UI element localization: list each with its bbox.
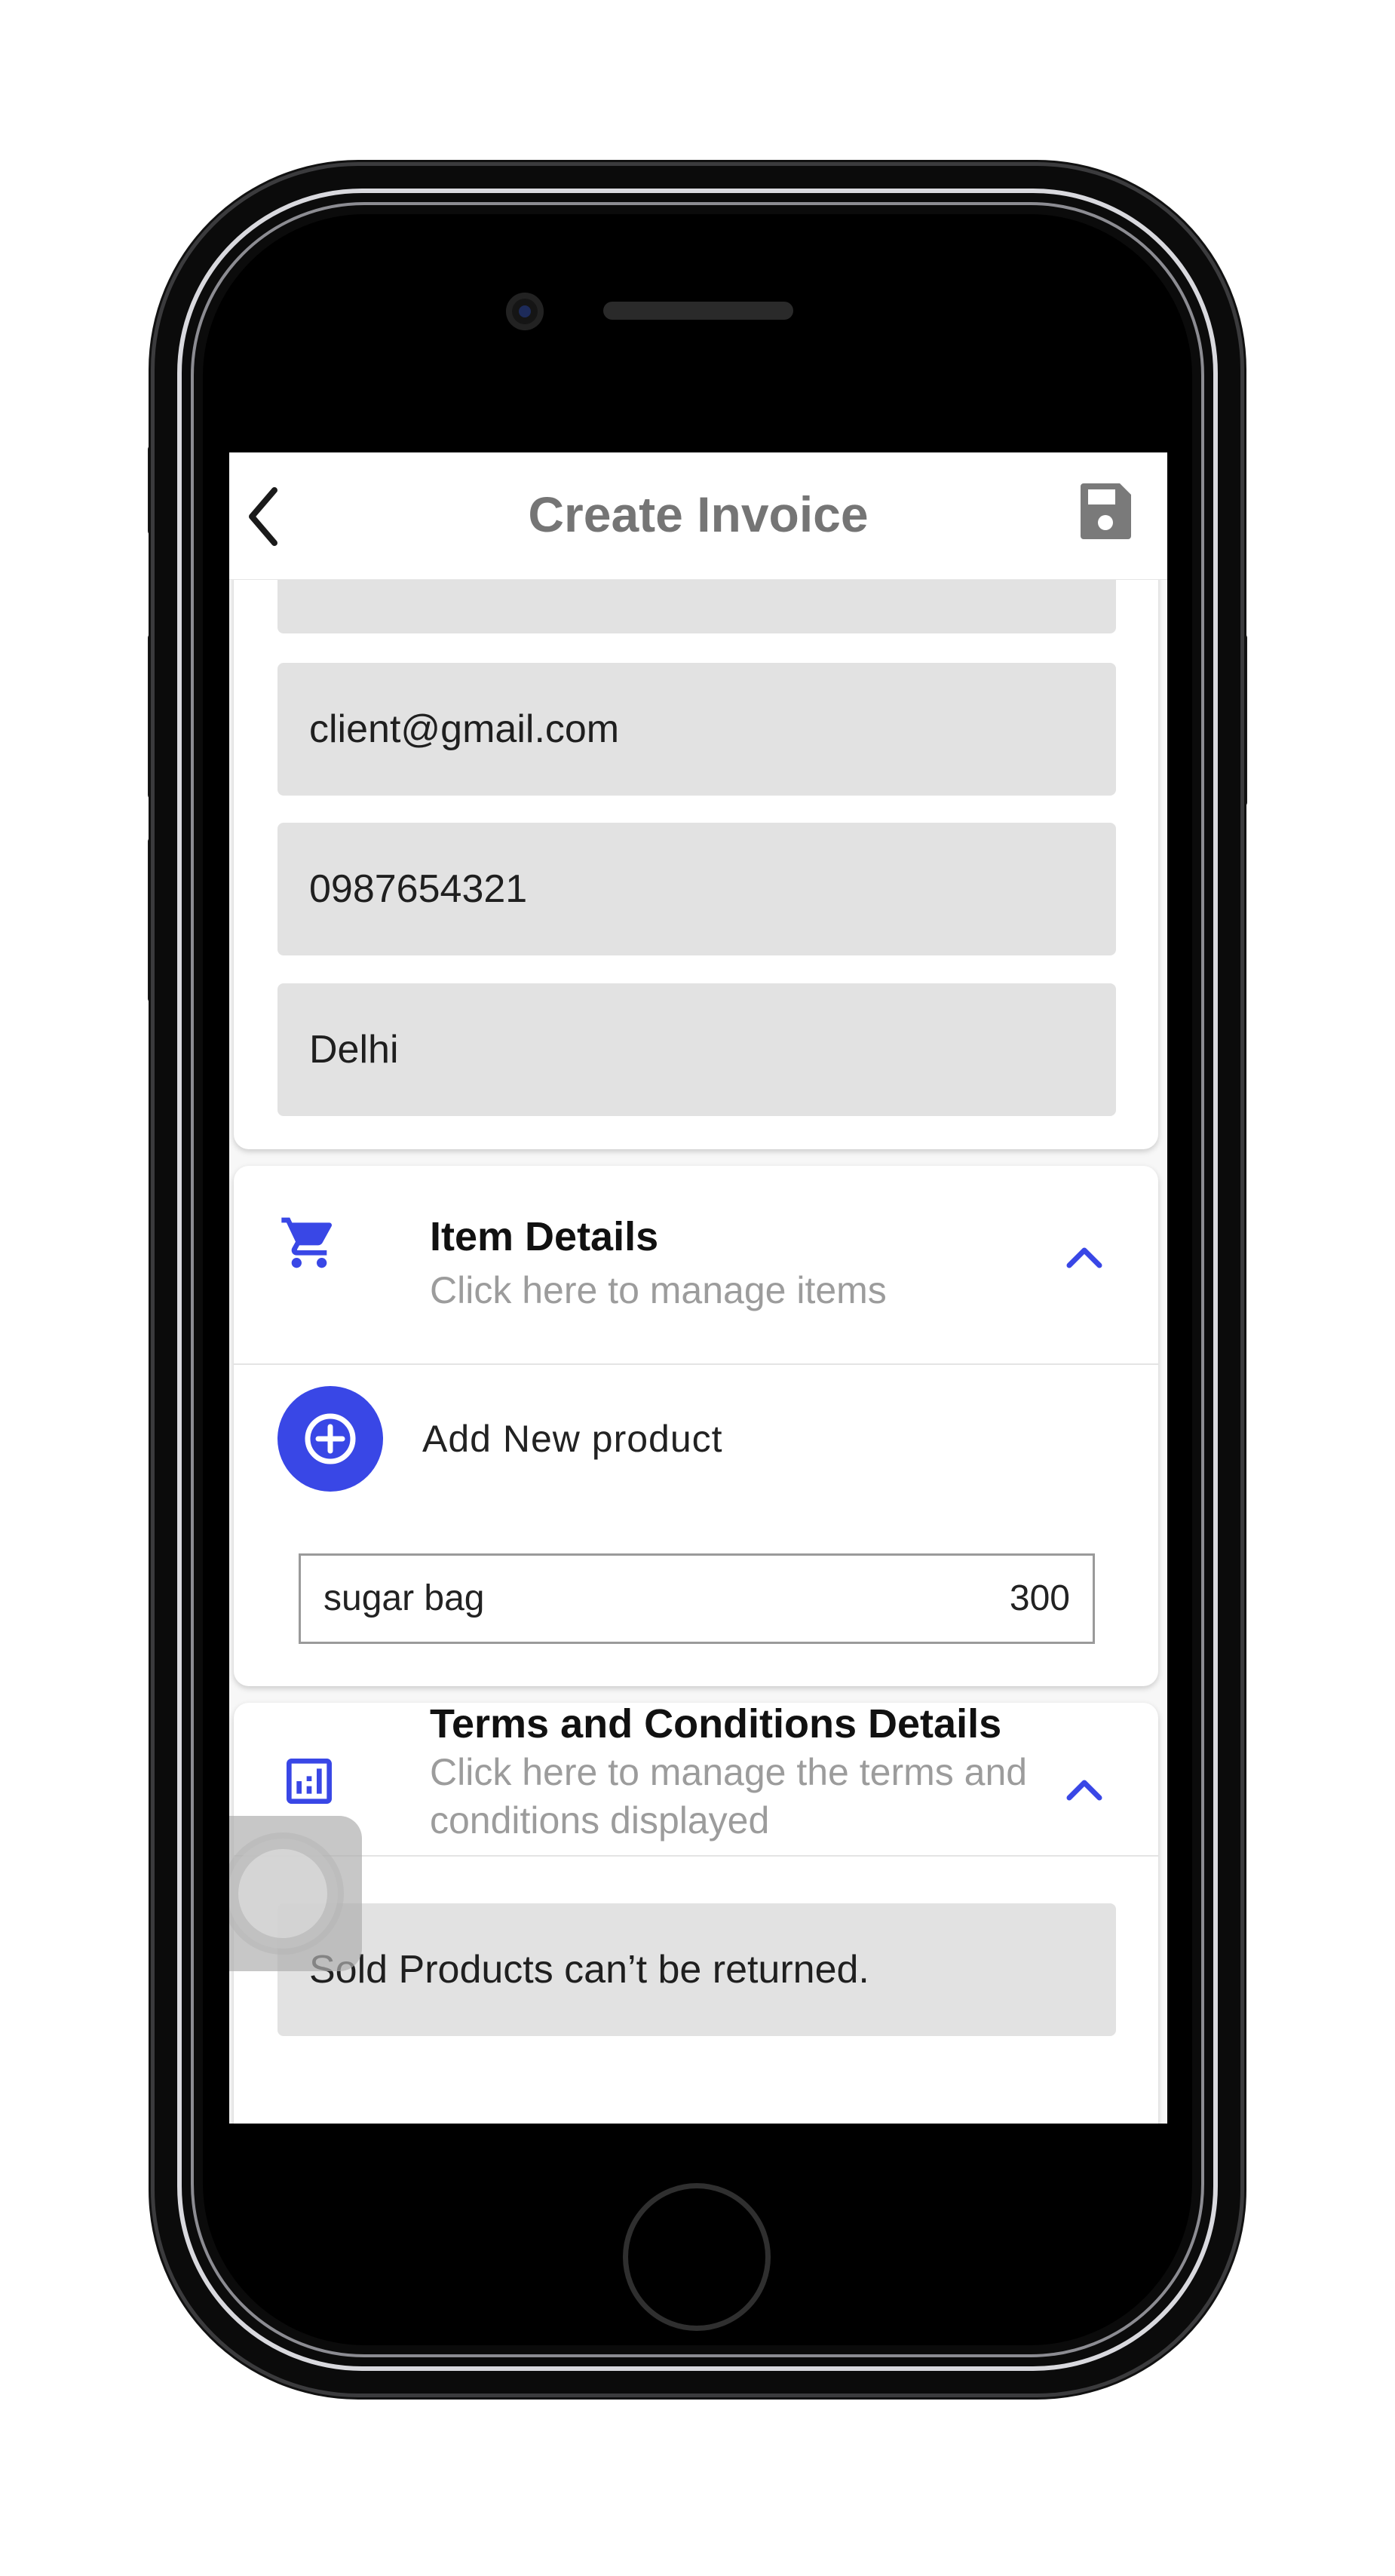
page-title: Create Invoice bbox=[528, 486, 869, 542]
product-price: 300 bbox=[1009, 1578, 1070, 1618]
plus-circle-icon bbox=[305, 1413, 356, 1464]
chevron-up-icon[interactable] bbox=[1063, 1774, 1105, 1804]
item-details-title: Item Details bbox=[430, 1214, 659, 1259]
chevron-up-icon[interactable] bbox=[1063, 1241, 1105, 1271]
assistive-touch-dot bbox=[238, 1849, 327, 1938]
add-product-label[interactable]: Add New product bbox=[422, 1416, 723, 1461]
add-product-button[interactable] bbox=[277, 1386, 383, 1492]
terms-details-title: Terms and Conditions Details bbox=[430, 1701, 1002, 1746]
section-divider bbox=[234, 1363, 1158, 1365]
floppy-disk-icon[interactable] bbox=[1078, 480, 1134, 541]
product-list-item[interactable]: sugar bag 300 bbox=[299, 1553, 1095, 1644]
product-name: sugar bag bbox=[323, 1578, 485, 1618]
client-details-card: Client Company client@gmail.com 09876543… bbox=[234, 504, 1158, 1149]
section-divider bbox=[234, 1855, 1158, 1857]
bar-chart-icon bbox=[287, 1759, 332, 1804]
item-details-card: Item Details Click here to manage items … bbox=[234, 1166, 1158, 1686]
client-city-field[interactable]: Delhi bbox=[277, 983, 1116, 1116]
item-details-subtitle: Click here to manage items bbox=[430, 1269, 887, 1311]
front-camera bbox=[506, 293, 544, 330]
client-phone-field[interactable]: 0987654321 bbox=[277, 823, 1116, 955]
earpiece-speaker bbox=[603, 302, 793, 320]
shopping-cart-icon bbox=[281, 1217, 333, 1268]
app-screen: Create Invoice Client Company client@gma… bbox=[229, 452, 1167, 2124]
home-button[interactable] bbox=[623, 2183, 771, 2331]
form-content: Client Company client@gmail.com 09876543… bbox=[229, 504, 1167, 2124]
terms-details-subtitle: Click here to manage the terms and condi… bbox=[430, 1751, 1028, 1842]
terms-text-field[interactable]: Sold Products can’t be returned. bbox=[277, 1903, 1116, 2036]
app-bar: Create Invoice bbox=[229, 452, 1167, 580]
assistive-touch-button[interactable] bbox=[229, 1816, 362, 1971]
client-email-field[interactable]: client@gmail.com bbox=[277, 663, 1116, 796]
terms-details-card: Terms and Conditions Details Click here … bbox=[234, 1701, 1158, 2124]
